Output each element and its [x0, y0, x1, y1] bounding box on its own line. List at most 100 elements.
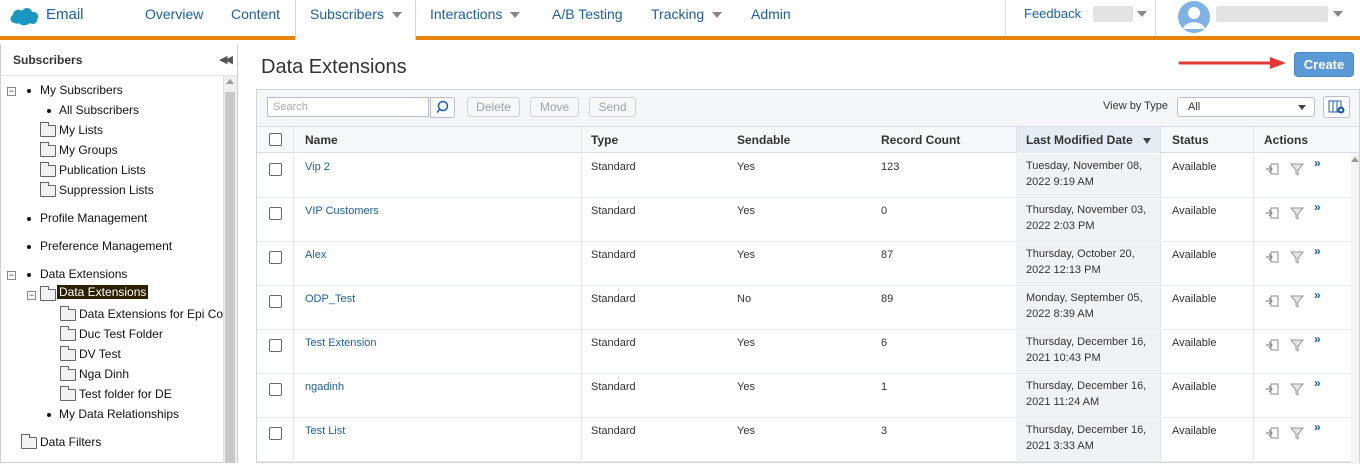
column-header-last-modified[interactable]: Last Modified Date	[1016, 127, 1160, 153]
scroll-up-icon[interactable]	[226, 79, 234, 84]
row-checkbox[interactable]	[269, 427, 282, 440]
move-button[interactable]: Move	[530, 97, 579, 117]
select-all-checkbox[interactable]	[269, 133, 282, 146]
sidebar-scroll-thumb[interactable]	[225, 92, 235, 463]
app-name[interactable]: Email	[46, 6, 84, 23]
column-header-status[interactable]: Status	[1172, 127, 1209, 153]
table-row[interactable]: Test Extension Standard Yes 6 Thursday, Dece…	[257, 330, 1351, 374]
row-checkbox[interactable]	[269, 383, 282, 396]
more-actions-icon[interactable]: »	[1314, 376, 1321, 390]
grid-scrollbar[interactable]	[1351, 153, 1359, 464]
filter-icon[interactable]	[1290, 162, 1304, 176]
nav-ab-testing[interactable]: A/B Testing	[552, 0, 623, 36]
more-actions-icon[interactable]: »	[1314, 156, 1321, 170]
nav-tracking[interactable]: Tracking	[651, 0, 723, 36]
column-settings-button[interactable]	[1323, 96, 1350, 118]
send-button[interactable]: Send	[589, 97, 636, 117]
collapse-left-icon[interactable]: ◀◀	[219, 53, 233, 66]
row-checkbox[interactable]	[269, 339, 282, 352]
user-menu[interactable]	[1216, 6, 1328, 22]
import-icon[interactable]	[1265, 162, 1279, 176]
more-actions-icon[interactable]: »	[1314, 200, 1321, 214]
row-type: Standard	[591, 381, 636, 393]
import-icon[interactable]	[1265, 338, 1279, 352]
nav-overview[interactable]: Overview	[145, 0, 203, 36]
salesforce-cloud-icon[interactable]	[8, 5, 40, 27]
tree-suppression-lists[interactable]: Suppression Lists	[59, 180, 154, 200]
tree-data-extensions-folder-selected[interactable]: Data Extensions	[57, 284, 149, 301]
table-row[interactable]: Vip 2 Standard Yes 123 Tuesday, November 08,…	[257, 154, 1351, 198]
collapse-icon[interactable]: −	[7, 271, 16, 280]
more-actions-icon[interactable]: »	[1314, 288, 1321, 302]
row-checkbox[interactable]	[269, 295, 282, 308]
filter-icon[interactable]	[1290, 338, 1304, 352]
tree-preference-management[interactable]: Preference Management	[40, 236, 172, 256]
nav-admin[interactable]: Admin	[751, 0, 791, 36]
table-row[interactable]: VIP Customers Standard Yes 0 Thursday, Novem…	[257, 198, 1351, 242]
column-header-type[interactable]: Type	[591, 127, 618, 153]
filter-icon[interactable]	[1290, 206, 1304, 220]
filter-icon[interactable]	[1290, 294, 1304, 308]
nav-subscribers[interactable]: Subscribers	[295, 0, 416, 40]
row-name-link[interactable]: Test Extension	[305, 335, 377, 351]
table-row[interactable]: Alex Standard Yes 87 Thursday, October 20, 20…	[257, 242, 1351, 286]
column-header-record-count[interactable]: Record Count	[881, 127, 960, 153]
row-name-link[interactable]: Test List	[305, 423, 345, 439]
import-icon[interactable]	[1265, 426, 1279, 440]
import-icon[interactable]	[1265, 382, 1279, 396]
nav-content[interactable]: Content	[231, 0, 280, 36]
feedback-link[interactable]: Feedback	[1024, 0, 1081, 36]
tree-my-data-relationships[interactable]: My Data Relationships	[59, 404, 179, 424]
tree-data-extensions-root[interactable]: Data Extensions	[40, 264, 127, 284]
row-checkbox[interactable]	[269, 163, 282, 176]
more-actions-icon[interactable]: »	[1314, 420, 1321, 434]
tree-my-lists[interactable]: My Lists	[59, 120, 103, 140]
more-actions-icon[interactable]: »	[1314, 332, 1321, 346]
scroll-up-icon[interactable]	[1351, 157, 1359, 162]
row-checkbox[interactable]	[269, 251, 282, 264]
avatar[interactable]	[1178, 1, 1210, 33]
column-header-sendable[interactable]: Sendable	[737, 127, 790, 153]
create-button[interactable]: Create	[1294, 52, 1354, 77]
tree-profile-management[interactable]: Profile Management	[40, 208, 147, 228]
tree-folder[interactable]: Test folder for DE	[79, 384, 172, 404]
delete-button[interactable]: Delete	[467, 97, 520, 117]
row-name-link[interactable]: ngadinh	[305, 379, 344, 395]
view-by-select[interactable]: All	[1177, 97, 1315, 117]
filter-icon[interactable]	[1290, 426, 1304, 440]
import-icon[interactable]	[1265, 250, 1279, 264]
column-settings-icon	[1328, 100, 1345, 114]
collapse-icon[interactable]: −	[7, 87, 16, 96]
row-name-link[interactable]: Vip 2	[305, 159, 330, 175]
folder-icon	[40, 122, 56, 137]
row-name-link[interactable]: VIP Customers	[305, 203, 379, 219]
tree-folder[interactable]: DV Test	[79, 344, 121, 364]
import-icon[interactable]	[1265, 294, 1279, 308]
business-unit-selector[interactable]	[1093, 6, 1133, 22]
tree-folder[interactable]: Data Extensions for Epi Co	[79, 304, 223, 324]
tree-data-filters[interactable]: Data Filters	[40, 432, 101, 452]
tree-all-subscribers[interactable]: All Subscribers	[59, 100, 139, 120]
tree-folder[interactable]: Nga Dinh	[79, 364, 129, 384]
row-name-link[interactable]: ODP_Test	[305, 291, 355, 307]
search-input[interactable]: Search	[267, 97, 429, 117]
row-checkbox[interactable]	[269, 207, 282, 220]
collapse-icon[interactable]: −	[27, 291, 36, 300]
table-row[interactable]: ODP_Test Standard No 89 Monday, September 05…	[257, 286, 1351, 330]
more-actions-icon[interactable]: »	[1314, 244, 1321, 258]
nav-interactions[interactable]: Interactions	[430, 0, 521, 36]
table-row[interactable]: Test List Standard Yes 3 Thursday, December …	[257, 418, 1351, 462]
column-header-name[interactable]: Name	[305, 127, 338, 153]
tree-my-groups[interactable]: My Groups	[59, 140, 118, 160]
sort-descending-icon	[1142, 137, 1151, 144]
filter-icon[interactable]	[1290, 250, 1304, 264]
tree-my-subscribers[interactable]: My Subscribers	[40, 80, 123, 100]
table-row[interactable]: ngadinh Standard Yes 1 Thursday, December 16…	[257, 374, 1351, 418]
search-button[interactable]	[430, 97, 455, 118]
row-name-link[interactable]: Alex	[305, 247, 326, 263]
filter-icon[interactable]	[1290, 382, 1304, 396]
tree-folder[interactable]: Duc Test Folder	[79, 324, 163, 344]
row-status: Available	[1172, 161, 1217, 173]
tree-publication-lists[interactable]: Publication Lists	[59, 160, 146, 180]
import-icon[interactable]	[1265, 206, 1279, 220]
